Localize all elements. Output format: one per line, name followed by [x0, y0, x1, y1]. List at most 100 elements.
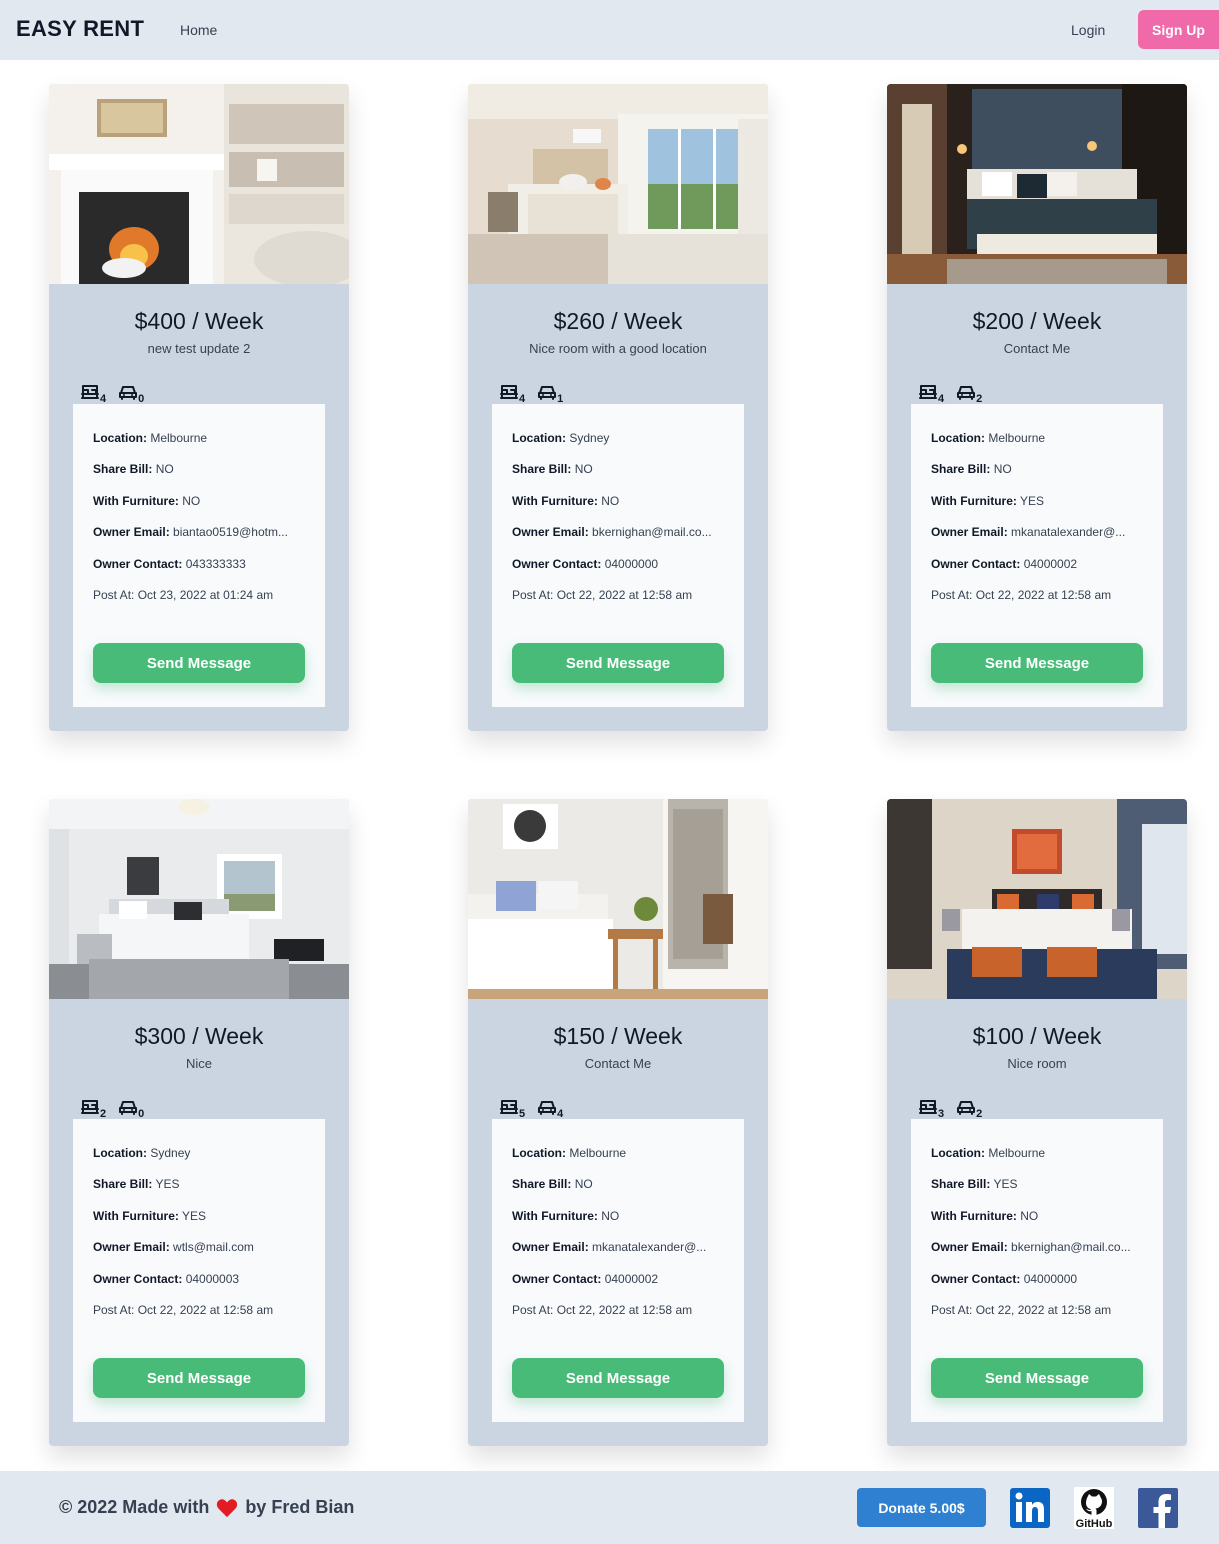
listing-card: $100 / Week Nice room 3 2 Location: Melb…: [887, 799, 1187, 1446]
share-bill-row: Share Bill: NO: [931, 462, 1012, 476]
listing-card: $200 / Week Contact Me 4 2 Location: Mel…: [887, 84, 1187, 731]
heart-icon: [217, 1498, 238, 1517]
owner-email-row: Owner Email: bkernighan@mail.co...: [931, 1240, 1131, 1254]
listing-details: Location: Melbourne Share Bill: NO With …: [911, 404, 1163, 707]
owner-contact-row: Owner Contact: 04000002: [512, 1272, 659, 1286]
owner-contact-row: Owner Contact: 04000002: [931, 557, 1078, 571]
owner-email-row: Owner Email: wtls@mail.com: [93, 1240, 254, 1254]
owner-email-row: Owner Email: bkernighan@mail.co...: [512, 525, 712, 539]
car-icon: [537, 1098, 557, 1116]
car-icon: [956, 1098, 976, 1116]
listing-card: $150 / Week Contact Me 5 4 Location: Mel…: [468, 799, 768, 1446]
car-icon: [537, 383, 557, 401]
room-photo: [49, 84, 349, 284]
share-bill-row: Share Bill: YES: [93, 1177, 180, 1191]
send-message-button[interactable]: Send Message: [931, 643, 1143, 683]
location-row: Location: Melbourne: [931, 1146, 1046, 1160]
share-bill-row: Share Bill: NO: [512, 1177, 593, 1191]
linkedin-icon[interactable]: [1010, 1487, 1050, 1529]
furniture-row: With Furniture: NO: [931, 1209, 1039, 1223]
listing-details: Location: Sydney Share Bill: YES With Fu…: [73, 1119, 325, 1422]
listing-description: Nice room with a good location: [529, 341, 707, 356]
owner-contact-row: Owner Contact: 043333333: [93, 557, 246, 571]
owner-contact-row: Owner Contact: 04000000: [931, 1272, 1078, 1286]
posted-date: Post At: Oct 23, 2022 at 01:24 am: [93, 588, 274, 602]
owner-email-row: Owner Email: mkanatalexander@...: [512, 1240, 707, 1254]
location-row: Location: Melbourne: [93, 431, 208, 445]
listing-description: Contact Me: [1003, 341, 1071, 356]
car-icon: [118, 1098, 138, 1116]
room-photo: [468, 799, 768, 999]
location-row: Location: Melbourne: [512, 1146, 627, 1160]
furniture-row: With Furniture: NO: [93, 494, 201, 508]
owner-contact-row: Owner Contact: 04000000: [512, 557, 659, 571]
share-bill-row: Share Bill: NO: [93, 462, 174, 476]
brand-logo[interactable]: EASY RENT: [16, 16, 144, 42]
copyright-suffix: by Fred Bian: [245, 1497, 355, 1517]
send-message-button[interactable]: Send Message: [93, 643, 305, 683]
listing-price: $150 / Week: [553, 1023, 683, 1049]
bed-icon: [918, 1098, 938, 1116]
room-photo: [887, 799, 1187, 999]
furniture-row: With Furniture: NO: [512, 494, 620, 508]
listing-price: $260 / Week: [553, 308, 683, 334]
posted-date: Post At: Oct 22, 2022 at 12:58 am: [931, 588, 1112, 602]
car-icon: [956, 383, 976, 401]
listing-price: $100 / Week: [972, 1023, 1102, 1049]
furniture-row: With Furniture: YES: [931, 494, 1045, 508]
amenities: 3 2: [918, 1092, 994, 1120]
nav-home-link[interactable]: Home: [180, 22, 217, 38]
bed-icon: [499, 1098, 519, 1116]
bed-icon: [80, 383, 100, 401]
posted-date: Post At: Oct 22, 2022 at 12:58 am: [512, 588, 693, 602]
nav-login-link[interactable]: Login: [1071, 22, 1105, 38]
footer: © 2022 Made with by Fred Bian Donate 5.0…: [0, 1471, 1219, 1544]
listing-price: $200 / Week: [972, 308, 1102, 334]
room-photo: [49, 799, 349, 999]
listing-description: new test update 2: [147, 341, 251, 356]
send-message-button[interactable]: Send Message: [93, 1358, 305, 1398]
owner-email-row: Owner Email: mkanatalexander@...: [931, 525, 1126, 539]
location-row: Location: Sydney: [512, 431, 610, 445]
room-photo: [887, 84, 1187, 284]
copyright: © 2022 Made with by Fred Bian: [59, 1497, 354, 1518]
send-message-button[interactable]: Send Message: [931, 1358, 1143, 1398]
amenities: 4 0: [80, 377, 156, 405]
listing-card: $400 / Week new test update 2 4 0 Locati…: [49, 84, 349, 731]
listing-price: $300 / Week: [134, 1023, 264, 1049]
listing-details: Location: Melbourne Share Bill: NO With …: [492, 1119, 744, 1422]
donate-button[interactable]: Donate 5.00$: [857, 1488, 986, 1527]
bed-icon: [80, 1098, 100, 1116]
amenities: 2 0: [80, 1092, 156, 1120]
facebook-icon[interactable]: [1138, 1487, 1178, 1529]
share-bill-row: Share Bill: YES: [931, 1177, 1018, 1191]
share-bill-row: Share Bill: NO: [512, 462, 593, 476]
owner-contact-row: Owner Contact: 04000003: [93, 1272, 240, 1286]
listing-details: Location: Melbourne Share Bill: YES With…: [911, 1119, 1163, 1422]
car-icon: [118, 383, 138, 401]
send-message-button[interactable]: Send Message: [512, 643, 724, 683]
listing-description: Nice: [185, 1056, 212, 1071]
send-message-button[interactable]: Send Message: [512, 1358, 724, 1398]
posted-date: Post At: Oct 22, 2022 at 12:58 am: [512, 1303, 693, 1317]
github-icon[interactable]: GitHub: [1074, 1487, 1114, 1529]
navbar: EASY RENT Home Login Sign Up: [0, 0, 1219, 60]
listing-description: Nice room: [1007, 1056, 1067, 1071]
listing-card: $300 / Week Nice 2 0 Location: Sydney Sh…: [49, 799, 349, 1446]
owner-email-row: Owner Email: biantao0519@hotm...: [93, 525, 288, 539]
amenities: 4 1: [499, 377, 575, 405]
amenities: 5 4: [499, 1092, 575, 1120]
listing-price: $400 / Week: [134, 308, 264, 334]
listing-details: Location: Melbourne Share Bill: NO With …: [73, 404, 325, 707]
furniture-row: With Furniture: NO: [512, 1209, 620, 1223]
signup-button[interactable]: Sign Up: [1138, 10, 1219, 49]
location-row: Location: Sydney: [93, 1146, 191, 1160]
location-row: Location: Melbourne: [931, 431, 1046, 445]
listing-card: $260 / Week Nice room with a good locati…: [468, 84, 768, 731]
furniture-row: With Furniture: YES: [93, 1209, 207, 1223]
amenities: 4 2: [918, 377, 994, 405]
room-photo: [468, 84, 768, 284]
listing-description: Contact Me: [584, 1056, 652, 1071]
posted-date: Post At: Oct 22, 2022 at 12:58 am: [931, 1303, 1112, 1317]
github-label: GitHub: [1076, 1518, 1113, 1529]
